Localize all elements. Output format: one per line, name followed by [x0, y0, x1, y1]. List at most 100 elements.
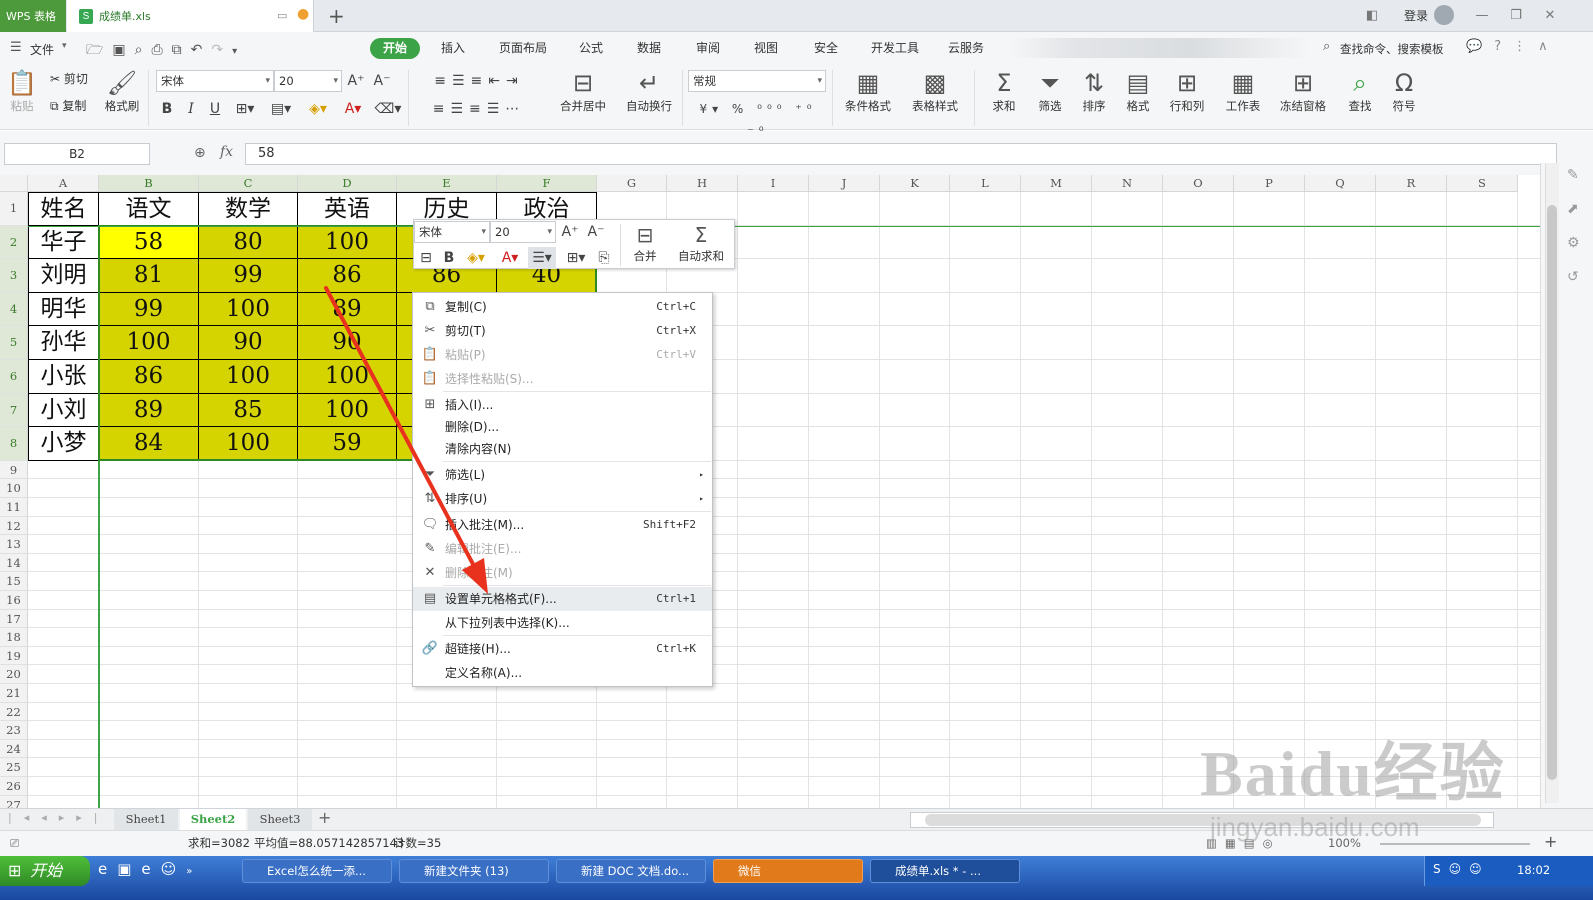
row-header-11[interactable]: 11 — [0, 498, 28, 517]
sort-button[interactable]: ⇅ 排序 — [1074, 68, 1114, 114]
chevron-down-icon[interactable]: ▾ — [62, 41, 67, 51]
more-launch-icon[interactable]: » — [186, 866, 202, 877]
row-header-13[interactable]: 13 — [0, 535, 28, 554]
filter-button[interactable]: ⏷ 筛选 — [1030, 68, 1070, 114]
tab-view[interactable]: 视图 — [746, 38, 786, 59]
mini-font-color-icon[interactable]: A▾ — [496, 247, 524, 269]
column-header-o[interactable]: O — [1163, 175, 1234, 192]
row-header-23[interactable]: 23 — [0, 721, 28, 740]
column-header-q[interactable]: Q — [1305, 175, 1376, 192]
italic-icon[interactable]: I — [182, 98, 200, 120]
tab-page-layout[interactable]: 页面布局 — [492, 38, 554, 59]
row-header-15[interactable]: 15 — [0, 572, 28, 591]
column-header-m[interactable]: M — [1021, 175, 1092, 192]
column-header-d[interactable]: D — [298, 175, 397, 192]
table-cell[interactable]: 小刘 — [28, 393, 99, 428]
customize-icon[interactable]: ▾ — [232, 46, 246, 57]
app-tab[interactable]: WPS 表格 — [0, 0, 66, 32]
column-header-a[interactable]: A — [28, 175, 99, 192]
menu-item-delete[interactable]: 删除(D)... — [413, 415, 712, 439]
tab-security[interactable]: 安全 — [806, 38, 846, 59]
row-header-24[interactable]: 24 — [0, 739, 28, 759]
chat-icon[interactable]: 💬 — [1466, 39, 1494, 54]
menu-item-edit-comment[interactable]: ✎ 编辑批注(E)... — [413, 537, 712, 561]
macro-icon[interactable]: ⎚ — [10, 831, 19, 856]
mini-decrease-font-icon[interactable]: A⁻ — [586, 221, 606, 243]
menu-item-sort[interactable]: ⇅ 排序(U) ▸ — [413, 487, 712, 511]
row-header-4[interactable]: 4 — [0, 292, 28, 327]
sum-button[interactable]: Σ 求和 — [984, 68, 1024, 114]
underline-icon[interactable]: U — [206, 98, 224, 120]
mini-align-icon[interactable]: ☰▾ — [528, 247, 556, 269]
mini-autosum-button[interactable]: Σ 自动求和 — [670, 222, 732, 264]
row-header-8[interactable]: 8 — [0, 427, 28, 461]
row-header-26[interactable]: 26 — [0, 777, 28, 796]
file-menu[interactable]: 文件 — [30, 41, 54, 58]
menu-item-filter[interactable]: ⏷ 筛选(L) ▸ — [413, 463, 712, 487]
row-header-20[interactable]: 20 — [0, 665, 28, 684]
zoom-in-icon[interactable]: + — [1544, 829, 1557, 854]
help-icons[interactable]: 💬?⋮∧ — [1466, 39, 1560, 54]
ie-icon[interactable]: e — [98, 860, 117, 878]
name-box[interactable]: B2 — [4, 143, 150, 165]
column-header-s[interactable]: S — [1447, 175, 1518, 192]
merge-center-button[interactable]: ⊟ 合并居中 — [552, 68, 614, 114]
column-header-e[interactable]: E — [397, 175, 497, 192]
spreadsheet-grid[interactable]: ABCDEFGHIJKLMNOPQRS 1 2 3 4 5 6 7 8 9 10 11 12 13 14 1… — [0, 175, 1540, 808]
mini-fill-color-icon[interactable]: ◈▾ — [462, 247, 490, 269]
menu-item-cut[interactable]: ✂ 剪切(T) Ctrl+X — [413, 319, 712, 343]
row-header-19[interactable]: 19 — [0, 646, 28, 666]
menu-item-insert-comment[interactable]: 🗨 插入批注(M)... Shift+F2 — [413, 513, 712, 537]
font-color-icon[interactable]: A▾ — [340, 98, 366, 120]
mini-font-size-select[interactable]: 20 — [490, 221, 556, 243]
row-header-27[interactable]: 27 — [0, 795, 28, 808]
quick-launch[interactable]: e▣e☺» — [98, 860, 202, 878]
search-doc-icon[interactable]: ⌕ — [135, 42, 152, 58]
zoom-formula-icon[interactable]: ⊕ — [194, 145, 206, 161]
print-icon[interactable]: ⎙ — [151, 42, 171, 58]
mini-font-name-select[interactable]: 宋体 — [414, 221, 490, 243]
tray-icons[interactable]: S☺☺ — [1433, 862, 1490, 876]
mini-increase-font-icon[interactable]: A⁺ — [560, 221, 580, 243]
menu-item-paste[interactable]: 📋 粘贴(P) Ctrl+V — [413, 343, 712, 367]
find-button[interactable]: ⌕ 查找 — [1340, 68, 1380, 114]
format-button[interactable]: ▤ 格式 — [1118, 68, 1158, 114]
tab-formula[interactable]: 公式 — [571, 38, 611, 59]
task-spreadsheet[interactable]: 成绩单.xls * - ... — [870, 859, 1020, 883]
mini-wrap-icon[interactable]: ⊟ — [416, 247, 436, 269]
menu-item-delete-comment[interactable]: ✕ 删除批注(M) — [413, 561, 712, 585]
table-style-button[interactable]: ▩ 表格样式 — [904, 68, 966, 114]
avatar[interactable] — [1434, 5, 1454, 25]
table-cell[interactable]: 明华 — [28, 292, 99, 327]
tab-cloud[interactable]: 云服务 — [940, 38, 992, 59]
history-icon[interactable]: ↺ — [1567, 269, 1579, 285]
column-header-h[interactable]: H — [667, 175, 738, 192]
vertical-align-icons[interactable]: ≡☰≡⇤⇥ — [416, 70, 542, 92]
table-cell[interactable]: 小梦 — [28, 427, 99, 461]
row-header-2[interactable]: 2 — [0, 225, 28, 260]
start-button[interactable]: ⊞ 开始 — [0, 856, 90, 886]
mini-merge-button[interactable]: ⊟ 合并 — [624, 222, 666, 264]
scrollbar-thumb[interactable] — [1547, 205, 1557, 780]
menu-item-format-cells[interactable]: ▤ 设置单元格格式(F)... Ctrl+1 — [413, 587, 712, 611]
formula-input[interactable]: 58 — [245, 143, 1557, 165]
more-icon[interactable]: ⋮ — [1513, 39, 1538, 54]
row-header-12[interactable]: 12 — [0, 516, 28, 536]
help-icon[interactable]: ? — [1494, 39, 1513, 54]
task-wechat[interactable]: 微信 — [713, 859, 863, 883]
task-excel-tutorial[interactable]: Excel怎么统一添... — [242, 859, 392, 883]
tab-insert[interactable]: 插入 — [433, 38, 473, 59]
mini-borders-icon[interactable]: ⊞▾ — [562, 247, 590, 269]
browser-icon[interactable]: e — [141, 860, 160, 878]
header-cell[interactable]: 数学 — [199, 192, 298, 226]
menu-item-define-name[interactable]: 定义名称(A)... — [413, 661, 712, 685]
number-format-select[interactable]: 常规 — [688, 70, 826, 92]
increase-font-icon[interactable]: A⁺ — [346, 70, 366, 92]
column-header-r[interactable]: R — [1376, 175, 1447, 192]
tab-developer[interactable]: 开发工具 — [862, 38, 928, 59]
worksheet-button[interactable]: ▦ 工作表 — [1218, 68, 1268, 114]
task-folder[interactable]: 新建文件夹 (13) — [399, 859, 549, 883]
command-search[interactable]: 查找命令、搜索模板 — [1340, 41, 1444, 57]
open-icon[interactable]: 🗁 — [86, 42, 112, 58]
row-header-9[interactable]: 9 — [0, 460, 28, 480]
